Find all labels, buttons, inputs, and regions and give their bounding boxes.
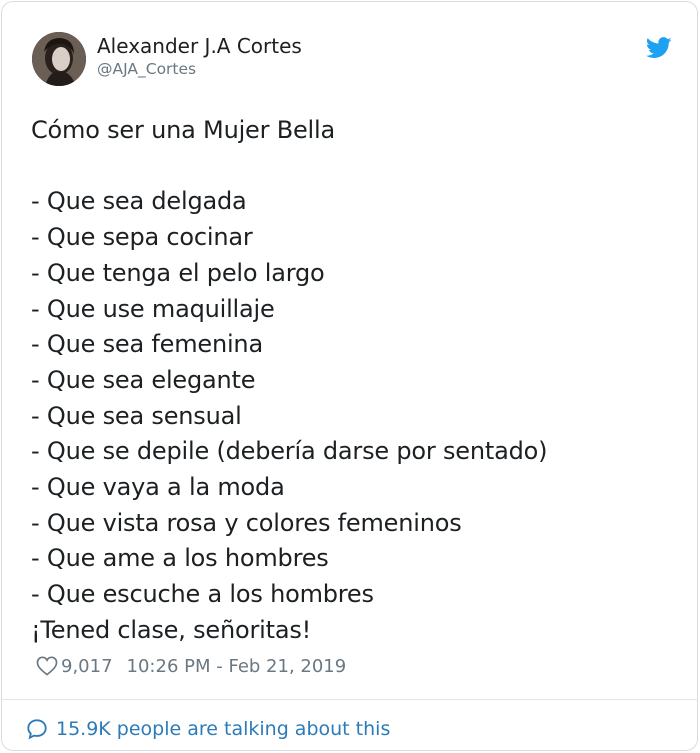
- tweet-text: Cómo ser una Mujer Bella - Que sea delga…: [31, 113, 671, 649]
- tweet-line-item: - Que use maquillaje: [31, 294, 275, 323]
- tweet-header: Alexander J.A Cortes @AJA_Cortes: [32, 32, 672, 92]
- author-handle[interactable]: @AJA_Cortes: [97, 60, 196, 78]
- avatar-portrait-image: [32, 32, 86, 86]
- avatar[interactable]: [32, 32, 86, 86]
- tweet-line-item: - Que vista rosa y colores femeninos: [31, 508, 462, 537]
- tweet-line-item: - Que ame a los hombres: [31, 544, 329, 573]
- tweet-line-closing: ¡Tened clase, señoritas!: [31, 615, 312, 644]
- tweet-line-item: - Que se depile (debería darse por senta…: [31, 437, 548, 466]
- tweet-line-item: - Que sepa cocinar: [31, 223, 253, 252]
- tweet-line-item: - Que tenga el pelo largo: [31, 258, 325, 287]
- like-count[interactable]: 9,017: [61, 656, 113, 677]
- tweet-line-item: - Que escuche a los hombres: [31, 580, 374, 609]
- tweet-card: Alexander J.A Cortes @AJA_Cortes Cómo se…: [1, 1, 698, 751]
- tweet-line-item: - Que vaya a la moda: [31, 473, 285, 502]
- tweet-line-title: Cómo ser una Mujer Bella: [31, 116, 335, 144]
- speech-bubble-icon: [27, 719, 47, 740]
- tweet-line-item: - Que sea elegante: [31, 365, 256, 394]
- talking-about-text: 15.9K people are talking about this: [56, 718, 391, 740]
- tweet-line-item: - Que sea femenina: [31, 330, 263, 359]
- talking-about-link[interactable]: 15.9K people are talking about this: [26, 715, 390, 743]
- author-name[interactable]: Alexander J.A Cortes: [97, 34, 302, 58]
- tweet-line-item: - Que sea delgada: [31, 187, 247, 216]
- tweet-meta: 9,017 10:26 PM - Feb 21, 2019: [36, 652, 346, 680]
- tweet-line-item: - Que sea sensual: [31, 401, 242, 430]
- heart-icon[interactable]: [36, 656, 58, 676]
- twitter-bird-icon[interactable]: [646, 37, 672, 59]
- tweet-timestamp[interactable]: 10:26 PM - Feb 21, 2019: [127, 656, 347, 677]
- footer-divider: [2, 699, 697, 700]
